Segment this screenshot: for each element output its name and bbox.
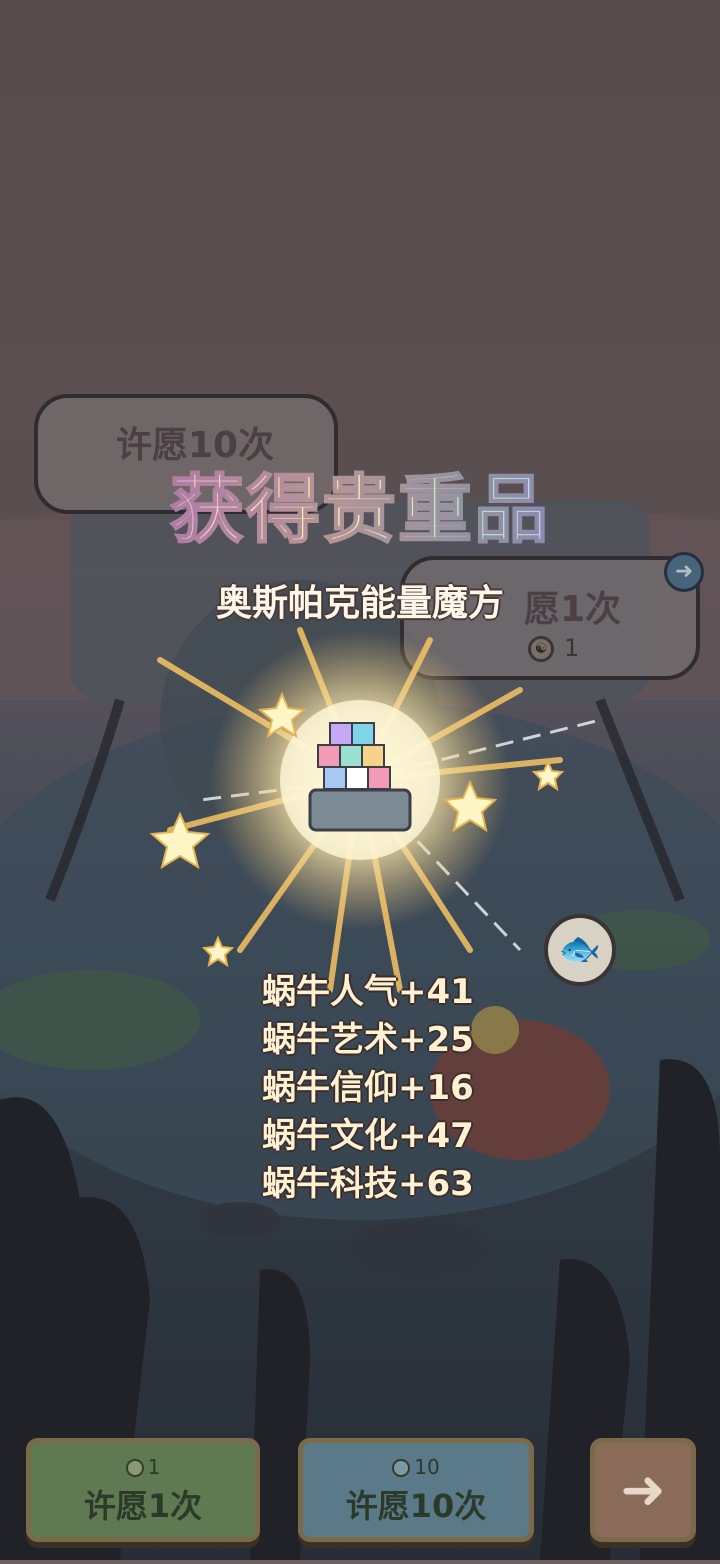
wish-once-label: 许愿1次 — [83, 1487, 203, 1525]
stat-art: 蜗牛艺术+25 — [262, 1020, 474, 1060]
stat-popularity: 蜗牛人气+41 — [262, 972, 474, 1012]
arrow-right-icon: ➜ — [620, 1458, 666, 1521]
reward-item-name: 奥斯帕克能量魔方 — [215, 583, 504, 624]
stat-culture: 蜗牛文化+47 — [262, 1116, 474, 1156]
wish-once-button[interactable]: 1 许愿1次 — [26, 1438, 260, 1542]
stat-technology: 蜗牛科技+63 — [262, 1164, 474, 1204]
coin-icon — [392, 1459, 411, 1477]
coin-icon — [125, 1459, 144, 1477]
next-button[interactable]: ➜ — [590, 1438, 696, 1542]
wish-ten-label: 许愿10次 — [345, 1487, 487, 1525]
reward-headline: 获得贵重品 — [0, 450, 720, 557]
stat-faith: 蜗牛信仰+16 — [262, 1068, 474, 1108]
fish-icon[interactable]: 🐟 — [544, 914, 616, 986]
wish-ten-cost: 10 — [414, 1455, 440, 1479]
wish-once-cost: 1 — [147, 1455, 161, 1479]
reward-glow-effect — [149, 627, 601, 993]
wish-ten-button[interactable]: 10 许愿10次 — [298, 1438, 534, 1542]
